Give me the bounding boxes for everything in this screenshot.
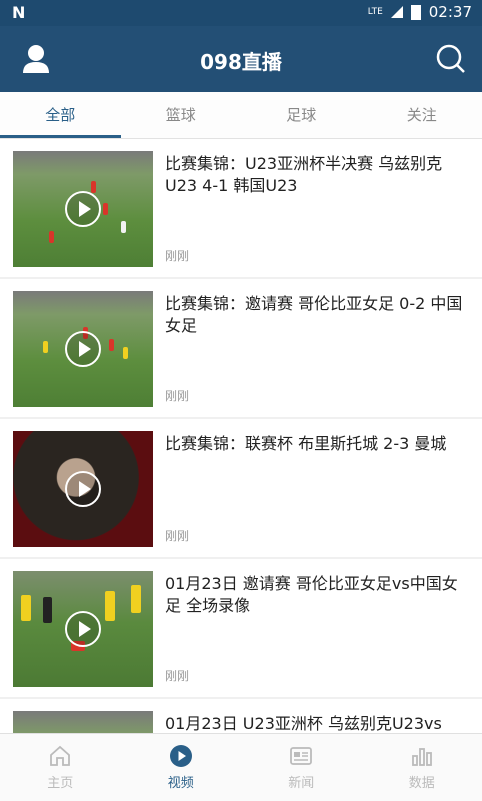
home-icon [48,744,72,768]
video-title[interactable]: 比赛集锦：邀请赛 哥伦比亚女足 0-2 中国女足 [165,293,471,337]
tab-all[interactable]: 全部 [0,92,121,138]
app-title: 098直播 [0,46,482,75]
video-thumbnail[interactable] [13,571,153,687]
video-time: 刚刚 [165,247,189,264]
nav-home[interactable]: 主页 [0,734,121,801]
list-item[interactable]: 比赛集锦：联赛杯 布里斯托城 2-3 曼城 刚刚 [0,419,482,557]
network-type: LTE [368,7,383,17]
video-thumbnail[interactable] [13,431,153,547]
video-play-icon [169,744,193,768]
chart-icon [410,744,434,768]
list-item[interactable]: 比赛集锦：U23亚洲杯半决赛 乌兹别克U23 4-1 韩国U23 刚刚 [0,139,482,277]
video-time: 刚刚 [165,387,189,404]
video-list[interactable]: 比赛集锦：U23亚洲杯半决赛 乌兹别克U23 4-1 韩国U23 刚刚 比赛集锦… [0,139,482,733]
nav-data[interactable]: 数据 [362,734,482,801]
nav-label: 新闻 [241,772,362,791]
list-item[interactable]: 01月23日 邀请赛 哥伦比亚女足vs中国女足 全场录像 刚刚 [0,559,482,697]
play-icon[interactable] [65,331,101,367]
search-icon[interactable] [434,43,466,75]
play-icon[interactable] [65,191,101,227]
list-item[interactable]: 01月23日 U23亚洲杯 乌兹别克U23vs [0,699,482,733]
tab-football[interactable]: 足球 [241,92,362,138]
status-time: 02:37 [429,3,472,21]
category-tabs: 全部 篮球 足球 关注 [0,92,482,139]
video-time: 刚刚 [165,527,189,544]
bottom-nav: 主页 视频 新闻 数据 [0,733,482,801]
video-thumbnail[interactable] [13,291,153,407]
signal-icon [391,6,403,18]
news-icon [289,744,313,768]
nav-label: 数据 [362,772,482,791]
list-item[interactable]: 比赛集锦：邀请赛 哥伦比亚女足 0-2 中国女足 刚刚 [0,279,482,417]
status-bar: N LTE 02:37 [0,0,482,26]
video-thumbnail[interactable] [13,711,153,733]
app-bar: 098直播 [0,26,482,92]
nav-news[interactable]: 新闻 [241,734,362,801]
nav-label: 视频 [121,772,242,791]
video-time: 刚刚 [165,667,189,684]
nav-label: 主页 [0,772,121,791]
video-title[interactable]: 01月23日 U23亚洲杯 乌兹别克U23vs [165,713,471,733]
tab-basketball[interactable]: 篮球 [121,92,242,138]
tab-following[interactable]: 关注 [362,92,482,138]
video-thumbnail[interactable] [13,151,153,267]
video-title[interactable]: 比赛集锦：U23亚洲杯半决赛 乌兹别克U23 4-1 韩国U23 [165,153,471,197]
play-icon[interactable] [65,471,101,507]
video-title[interactable]: 比赛集锦：联赛杯 布里斯托城 2-3 曼城 [165,433,471,455]
carrier-icon: N [12,3,25,22]
play-icon[interactable] [65,611,101,647]
video-title[interactable]: 01月23日 邀请赛 哥伦比亚女足vs中国女足 全场录像 [165,573,471,617]
battery-icon [411,5,421,20]
nav-video[interactable]: 视频 [121,734,242,801]
